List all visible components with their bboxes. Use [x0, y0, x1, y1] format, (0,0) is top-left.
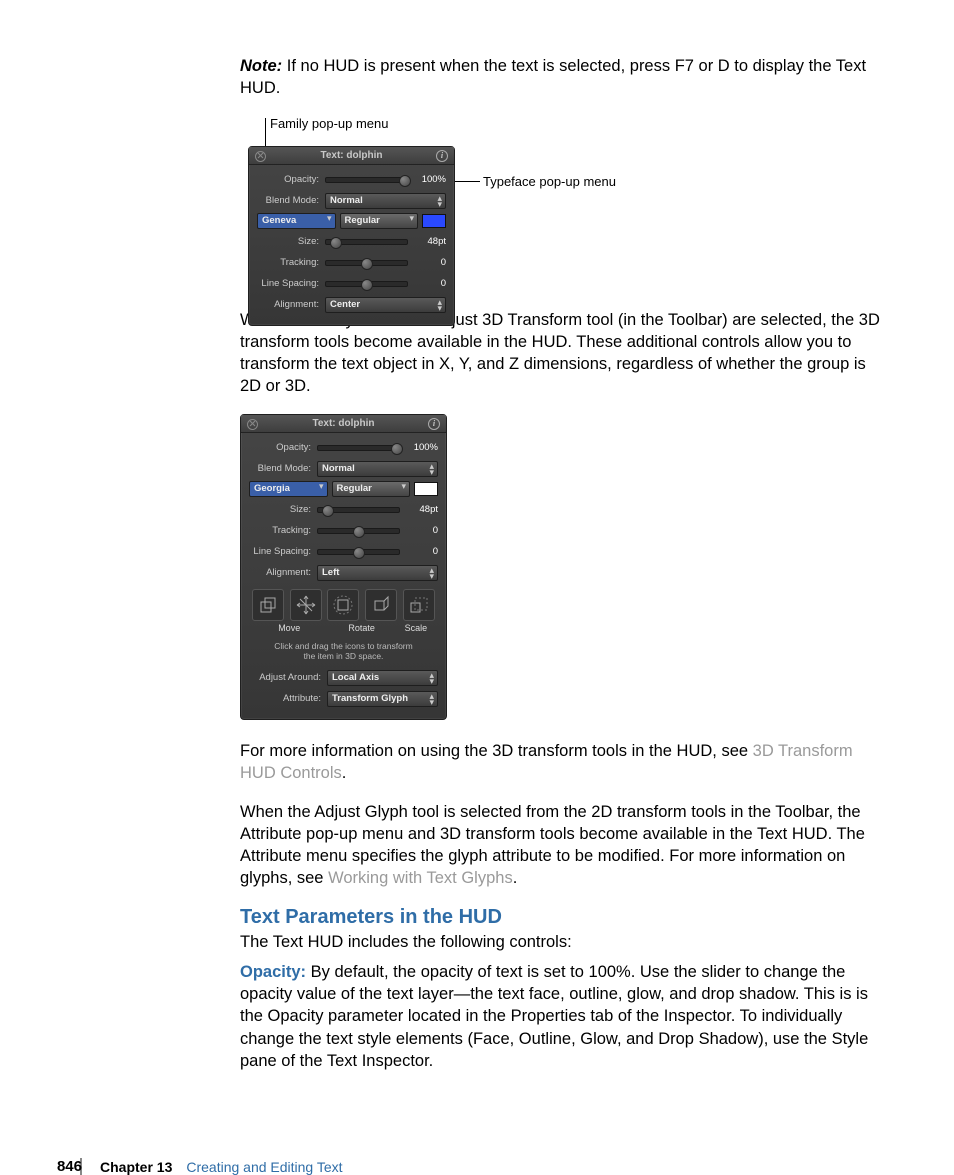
- body-paragraph: For more information on using the 3D tra…: [240, 740, 884, 785]
- size-slider[interactable]: [317, 507, 400, 513]
- blend-mode-select[interactable]: Normal▴▾: [317, 461, 438, 477]
- rotate-label: Rotate: [325, 623, 397, 633]
- size-label: Size:: [257, 236, 325, 247]
- chevron-icon: ▴▾: [429, 672, 434, 684]
- opacity-definition: Opacity: By default, the opacity of text…: [240, 961, 884, 1072]
- line-spacing-slider[interactable]: [325, 281, 408, 287]
- blend-mode-select[interactable]: Normal▴▾: [325, 193, 446, 209]
- hud-header[interactable]: Text: dolphin i: [249, 147, 454, 165]
- chapter-title: Creating and Editing Text: [186, 1159, 342, 1175]
- note-label: Note:: [240, 57, 282, 75]
- opacity-value: 100%: [408, 174, 446, 185]
- font-typeface-select[interactable]: Regular▾: [332, 481, 411, 497]
- rotate-tool-icon[interactable]: [327, 589, 359, 621]
- section-heading: Text Parameters in the HUD: [240, 906, 884, 929]
- chevron-icon: ▴▾: [429, 567, 434, 579]
- chevron-icon: ▴▾: [429, 463, 434, 475]
- hud-title: Text: dolphin: [320, 150, 382, 161]
- font-family-select[interactable]: Georgia▾: [249, 481, 328, 497]
- callout-typeface: Typeface pop-up menu: [483, 174, 616, 189]
- move-axis-tool-icon[interactable]: [252, 589, 284, 621]
- hud-hint: Click and drag the icons to transformthe…: [249, 639, 438, 669]
- line-spacing-label: Line Spacing:: [257, 278, 325, 289]
- hud-title: Text: dolphin: [312, 418, 374, 429]
- chapter-label: Chapter 13: [100, 1159, 172, 1175]
- rotate-3d-tool-icon[interactable]: [365, 589, 397, 621]
- adjust-around-select[interactable]: Local Axis▴▾: [327, 670, 438, 686]
- attribute-select[interactable]: Transform Glyph▴▾: [327, 691, 438, 707]
- opacity-label: Opacity:: [257, 174, 325, 185]
- move-label: Move: [253, 623, 325, 633]
- size-slider[interactable]: [325, 239, 408, 245]
- info-icon[interactable]: i: [428, 418, 440, 430]
- hud-header[interactable]: Text: dolphin i: [241, 415, 446, 433]
- text-hud-3d[interactable]: Text: dolphin i Opacity: 100% Blend Mode…: [240, 414, 447, 720]
- size-value: 48pt: [408, 236, 446, 247]
- alignment-select[interactable]: Left▴▾: [317, 565, 438, 581]
- tracking-slider[interactable]: [317, 528, 400, 534]
- color-swatch[interactable]: [422, 214, 446, 228]
- color-swatch[interactable]: [414, 482, 438, 496]
- page-number: 846: [0, 1158, 100, 1175]
- scale-label: Scale: [398, 623, 434, 633]
- font-family-select[interactable]: Geneva▾: [257, 213, 336, 229]
- line-spacing-slider[interactable]: [317, 549, 400, 555]
- opacity-slider[interactable]: [325, 177, 408, 183]
- text-hud[interactable]: Text: dolphin i Opacity: 100% Blend Mode…: [248, 146, 455, 326]
- move-arrows-tool-icon[interactable]: [290, 589, 322, 621]
- note-text: If no HUD is present when the text is se…: [240, 57, 866, 97]
- chevron-down-icon: ▾: [401, 483, 406, 489]
- body-paragraph: When the Adjust Glyph tool is selected f…: [240, 801, 884, 890]
- tracking-slider[interactable]: [325, 260, 408, 266]
- opacity-term: Opacity:: [240, 963, 306, 981]
- tracking-value: 0: [408, 257, 446, 268]
- opacity-slider[interactable]: [317, 445, 400, 451]
- note-paragraph: Note: If no HUD is present when the text…: [240, 55, 884, 100]
- link-working-with-text-glyphs[interactable]: Working with Text Glyphs: [328, 869, 513, 887]
- chevron-icon: ▴▾: [437, 195, 442, 207]
- info-icon[interactable]: i: [436, 150, 448, 162]
- chevron-down-icon: ▾: [319, 483, 324, 489]
- line-spacing-value: 0: [408, 278, 446, 289]
- adjust-around-label: Adjust Around:: [249, 672, 327, 683]
- callout-family: Family pop-up menu: [270, 116, 389, 131]
- chevron-icon: ▴▾: [429, 693, 434, 705]
- alignment-label: Alignment:: [257, 299, 325, 310]
- scale-tool-icon[interactable]: [403, 589, 435, 621]
- close-icon[interactable]: [247, 419, 258, 430]
- blend-label: Blend Mode:: [257, 195, 325, 206]
- close-icon[interactable]: [255, 151, 266, 162]
- chevron-down-icon: ▾: [327, 215, 332, 221]
- chevron-icon: ▴▾: [437, 299, 442, 311]
- alignment-select[interactable]: Center▴▾: [325, 297, 446, 313]
- tracking-label: Tracking:: [257, 257, 325, 268]
- section-intro: The Text HUD includes the following cont…: [240, 931, 884, 953]
- chevron-down-icon: ▾: [409, 215, 414, 221]
- attribute-label: Attribute:: [249, 693, 327, 704]
- font-typeface-select[interactable]: Regular▾: [340, 213, 419, 229]
